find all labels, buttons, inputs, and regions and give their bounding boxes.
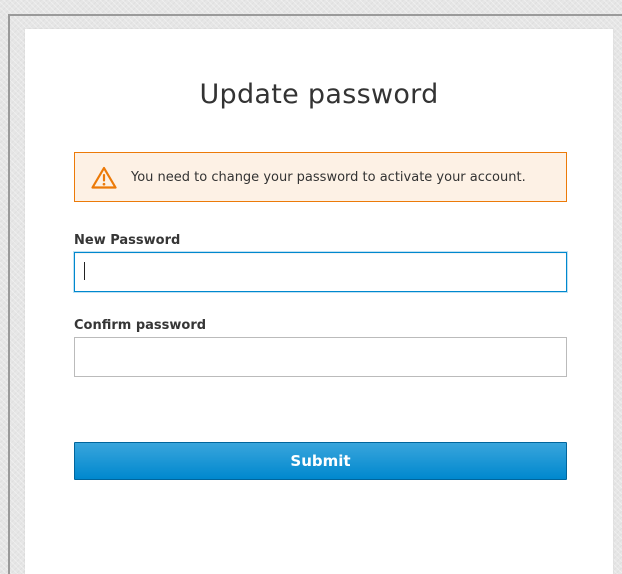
page-title: Update password [199, 79, 439, 110]
login-card: Update password You need to change your … [25, 29, 613, 574]
new-password-label: New Password [74, 233, 181, 248]
new-password-input[interactable] [74, 252, 567, 292]
warning-alert: You need to change your password to acti… [74, 152, 567, 202]
confirm-password-input[interactable] [74, 337, 567, 377]
alert-message: You need to change your password to acti… [131, 169, 526, 185]
window-frame-top [8, 14, 622, 16]
text-caret [84, 262, 85, 280]
window-frame-left [8, 14, 10, 574]
confirm-password-label: Confirm password [74, 318, 207, 333]
submit-button[interactable]: Submit [74, 442, 567, 480]
warning-triangle-icon [91, 166, 117, 189]
